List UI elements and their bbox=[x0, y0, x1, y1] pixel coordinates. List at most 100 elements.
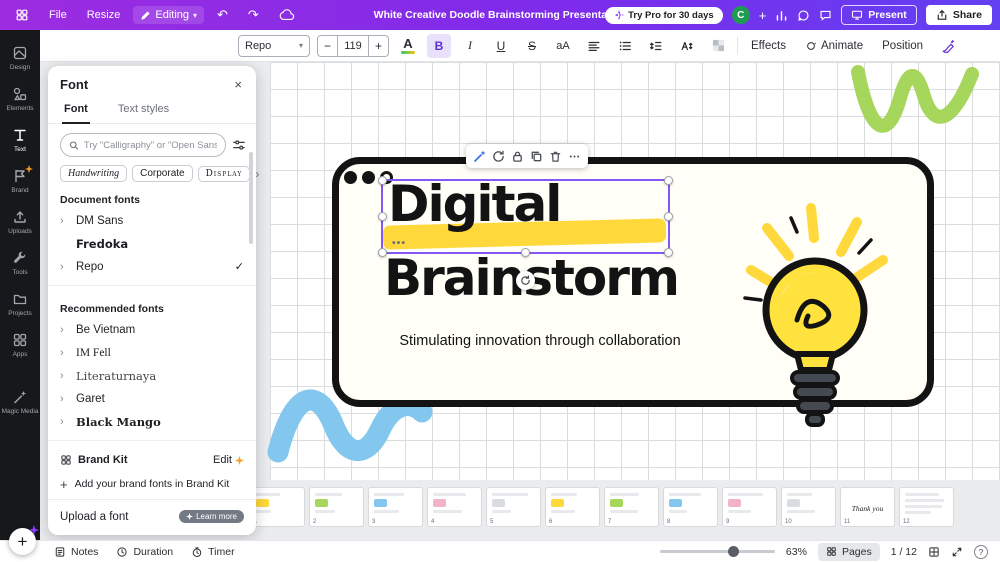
page-thumbnail-10[interactable]: 10 bbox=[781, 487, 836, 527]
redo-button[interactable]: ↷ bbox=[241, 4, 266, 26]
sidebar-item-brand[interactable]: Brand bbox=[0, 163, 40, 200]
text-align-button[interactable] bbox=[582, 34, 606, 58]
undo-button[interactable]: ↶ bbox=[210, 4, 235, 26]
font-size-value[interactable]: 119 bbox=[337, 35, 369, 56]
list-button[interactable] bbox=[613, 34, 637, 58]
sync-icon[interactable] bbox=[491, 148, 507, 164]
sidebar-item-magic-media[interactable]: Magic Media bbox=[0, 384, 40, 421]
resize-handle[interactable] bbox=[664, 211, 673, 221]
chip-display[interactable]: Display bbox=[197, 165, 251, 182]
lightbulb-doodle[interactable] bbox=[737, 198, 895, 438]
effects-button[interactable]: Effects bbox=[745, 36, 792, 56]
page-thumbnail-12[interactable]: 12 bbox=[899, 487, 954, 527]
delete-icon[interactable] bbox=[548, 148, 564, 164]
brand-kit-row[interactable]: Brand Kit Edit bbox=[48, 448, 256, 472]
brand-kit-edit-button[interactable]: Edit bbox=[213, 454, 244, 466]
page-thumbnail-3[interactable]: 3 bbox=[368, 487, 423, 527]
font-row-im-fell[interactable]: › IM Fell bbox=[48, 341, 256, 364]
insights-icon[interactable] bbox=[775, 9, 788, 22]
sidebar-item-text[interactable]: Text bbox=[0, 122, 40, 159]
chevron-right-icon[interactable]: › bbox=[60, 416, 72, 428]
page-thumbnail-1[interactable]: 1 bbox=[250, 487, 305, 527]
strikethrough-button[interactable]: S bbox=[520, 34, 544, 58]
magic-edit-icon[interactable] bbox=[472, 148, 488, 164]
sidebar-item-projects[interactable]: Projects bbox=[0, 286, 40, 323]
transparency-icon[interactable] bbox=[706, 34, 730, 58]
page-thumbnail-11[interactable]: Thank you 11 bbox=[840, 487, 895, 527]
page-thumbnail-4[interactable]: 4 bbox=[427, 487, 482, 527]
font-row-fredoka[interactable]: Fredoka bbox=[48, 232, 256, 255]
resize-button[interactable]: Resize bbox=[80, 6, 128, 24]
text-case-button[interactable]: aA bbox=[551, 34, 575, 58]
timer-button[interactable]: Timer bbox=[191, 546, 235, 558]
chevron-right-icon[interactable]: › bbox=[60, 215, 72, 227]
sidebar-item-elements[interactable]: Elements bbox=[0, 81, 40, 118]
page-thumbnail-5[interactable]: 5 bbox=[486, 487, 541, 527]
page-thumbnail-9[interactable]: 9 bbox=[722, 487, 777, 527]
italic-button[interactable]: I bbox=[458, 34, 482, 58]
lock-icon[interactable] bbox=[510, 148, 526, 164]
font-row-be-vietnam[interactable]: › Be Vietnam bbox=[48, 318, 256, 341]
bold-button[interactable]: B bbox=[427, 33, 451, 58]
chip-corporate[interactable]: Corporate bbox=[132, 165, 193, 182]
fullscreen-icon[interactable] bbox=[951, 546, 963, 558]
quick-add-button[interactable]: + bbox=[9, 525, 39, 555]
sidebar-item-design[interactable]: Design bbox=[0, 40, 40, 77]
green-squiggle-doodle[interactable] bbox=[848, 56, 1000, 150]
resize-handle[interactable] bbox=[664, 248, 673, 257]
present-button[interactable]: Present bbox=[841, 5, 917, 25]
comments-icon[interactable] bbox=[797, 9, 810, 22]
document-title[interactable]: White Creative Doodle Brainstorming Pres… bbox=[374, 9, 627, 21]
chevron-right-icon[interactable]: › bbox=[255, 167, 259, 181]
pages-toggle-button[interactable]: Pages bbox=[817, 542, 880, 561]
chip-handwriting[interactable]: Handwriting bbox=[60, 165, 128, 182]
more-options-icon[interactable]: ••• bbox=[392, 237, 406, 249]
sidebar-item-uploads[interactable]: Uploads bbox=[0, 204, 40, 241]
animate-button[interactable]: Animate bbox=[799, 36, 869, 56]
avatar[interactable]: C bbox=[731, 6, 750, 24]
help-button[interactable]: ? bbox=[974, 544, 988, 559]
scrollbar[interactable] bbox=[249, 152, 253, 244]
resize-handle[interactable] bbox=[664, 176, 673, 185]
sidebar-item-tools[interactable]: Tools bbox=[0, 245, 40, 282]
font-size-decrease-button[interactable]: − bbox=[318, 36, 337, 56]
font-search-input[interactable] bbox=[83, 139, 217, 151]
add-brand-fonts-button[interactable]: + Add your brand fonts in Brand Kit bbox=[48, 472, 256, 496]
duration-button[interactable]: Duration bbox=[116, 546, 173, 558]
grid-view-icon[interactable] bbox=[928, 546, 940, 558]
font-row-garet[interactable]: › Garet bbox=[48, 387, 256, 410]
font-family-selector[interactable]: Repo ▾ bbox=[238, 34, 310, 57]
text-color-button[interactable]: A bbox=[396, 34, 420, 58]
page-thumbnail-7[interactable]: 7 bbox=[604, 487, 659, 527]
upload-font-button[interactable]: Upload a font Learn more bbox=[48, 499, 256, 535]
filter-icon[interactable] bbox=[232, 138, 246, 152]
learn-more-badge[interactable]: Learn more bbox=[179, 510, 244, 523]
font-row-repo[interactable]: › Repo ✓ bbox=[48, 255, 256, 278]
rotate-handle[interactable] bbox=[516, 271, 535, 290]
file-menu[interactable]: File bbox=[42, 6, 74, 24]
add-member-button[interactable]: + bbox=[759, 8, 767, 23]
line-spacing-button[interactable] bbox=[644, 34, 668, 58]
position-button[interactable]: Position bbox=[876, 36, 929, 56]
chevron-right-icon[interactable]: › bbox=[60, 347, 72, 359]
resize-handle[interactable] bbox=[378, 211, 387, 221]
slide-subtitle[interactable]: Stimulating innovation through collabora… bbox=[383, 333, 697, 349]
page-thumbnail-2[interactable]: 2 bbox=[309, 487, 364, 527]
chat-icon[interactable] bbox=[819, 9, 832, 22]
tab-font[interactable]: Font bbox=[62, 98, 90, 124]
resize-handle[interactable] bbox=[378, 176, 387, 185]
font-row-dm-sans[interactable]: › DM Sans bbox=[48, 209, 256, 232]
notes-button[interactable]: Notes bbox=[54, 546, 98, 558]
copy-style-icon[interactable] bbox=[936, 34, 960, 58]
resize-handle[interactable] bbox=[378, 248, 387, 257]
font-row-black-mango[interactable]: › Black Mango bbox=[48, 410, 256, 433]
zoom-slider[interactable] bbox=[659, 546, 775, 557]
letter-spacing-button[interactable] bbox=[675, 34, 699, 58]
canva-home-icon[interactable] bbox=[8, 5, 36, 25]
underline-button[interactable]: U bbox=[489, 34, 513, 58]
resize-handle[interactable] bbox=[520, 248, 530, 257]
chevron-right-icon[interactable]: › bbox=[60, 370, 72, 382]
font-size-increase-button[interactable]: + bbox=[369, 36, 388, 56]
page-thumbnail-6[interactable]: 6 bbox=[545, 487, 600, 527]
more-options-icon[interactable] bbox=[567, 148, 583, 164]
